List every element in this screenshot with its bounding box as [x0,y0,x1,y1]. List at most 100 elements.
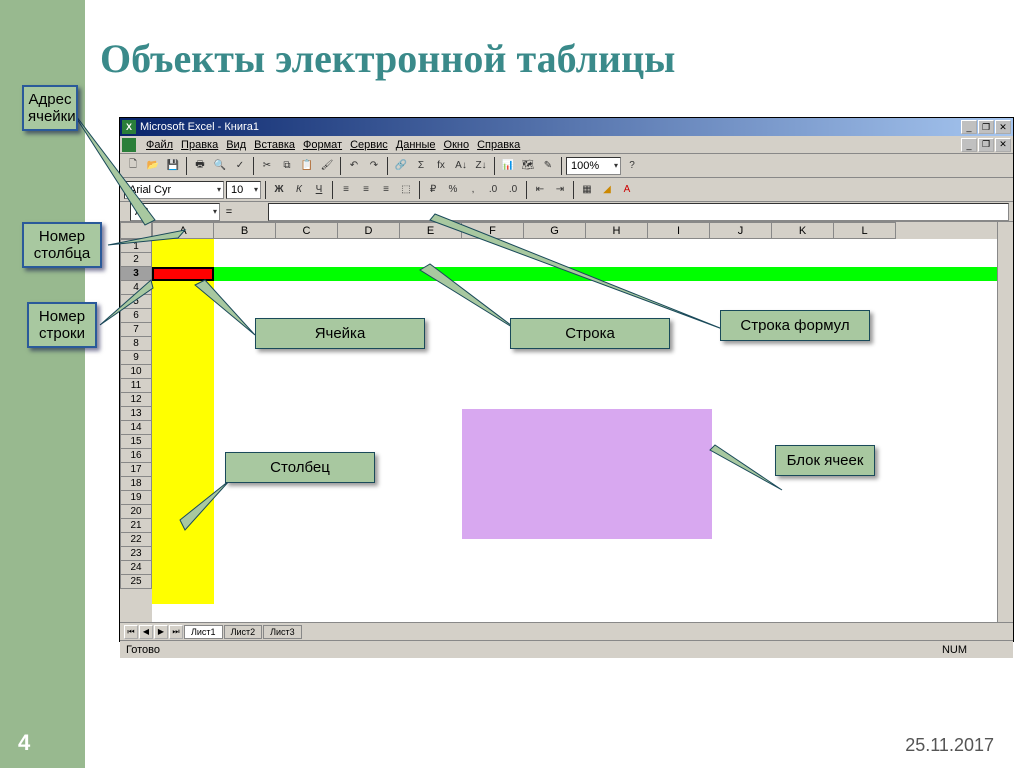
col-header[interactable]: F [462,222,524,239]
zoom-combo[interactable]: 100% [566,157,621,175]
row-header[interactable]: 17 [120,463,152,477]
sort-desc-icon[interactable]: Z↓ [472,157,490,175]
bold-icon[interactable]: Ж [270,181,288,199]
sheet-tab-2[interactable]: Лист2 [224,625,263,639]
row-header[interactable]: 5 [120,295,152,309]
save-icon[interactable]: 💾 [164,157,182,175]
currency-icon[interactable]: ₽ [424,181,442,199]
row-header[interactable]: 20 [120,505,152,519]
borders-icon[interactable]: ▦ [578,181,596,199]
col-header[interactable]: J [710,222,772,239]
select-all-corner[interactable] [120,222,152,239]
minimize-button[interactable]: _ [961,120,977,134]
col-header[interactable]: I [648,222,710,239]
row-header[interactable]: 4 [120,281,152,295]
redo-icon[interactable]: ↷ [365,157,383,175]
hyperlink-icon[interactable]: 🔗 [392,157,410,175]
row-header[interactable]: 1 [120,239,152,253]
align-left-icon[interactable]: ≡ [337,181,355,199]
mdi-close-button[interactable]: ✕ [995,138,1011,152]
row-header[interactable]: 18 [120,477,152,491]
col-header[interactable]: B [214,222,276,239]
copy-icon[interactable]: ⧉ [278,157,296,175]
tab-prev-icon[interactable]: ◀ [139,625,153,639]
menu-window[interactable]: Окно [444,139,470,151]
row-header[interactable]: 19 [120,491,152,505]
row-header[interactable]: 16 [120,449,152,463]
formula-equals-icon[interactable]: = [220,206,238,218]
col-header[interactable]: L [834,222,896,239]
inc-decimal-icon[interactable]: .0 [484,181,502,199]
menu-tools[interactable]: Сервис [350,139,388,151]
menu-view[interactable]: Вид [226,139,246,151]
row-header[interactable]: 10 [120,365,152,379]
row-header[interactable]: 8 [120,337,152,351]
col-header[interactable]: E [400,222,462,239]
font-color-icon[interactable]: A [618,181,636,199]
menu-insert[interactable]: Вставка [254,139,295,151]
col-header[interactable]: G [524,222,586,239]
cells-area[interactable] [152,239,997,622]
indent-dec-icon[interactable]: ⇤ [531,181,549,199]
help-icon[interactable]: ? [623,157,641,175]
mdi-minimize-button[interactable]: _ [961,138,977,152]
cut-icon[interactable]: ✂ [258,157,276,175]
sheet-tab-3[interactable]: Лист3 [263,625,302,639]
row-header[interactable]: 21 [120,519,152,533]
sheet-tab-1[interactable]: Лист1 [184,625,223,639]
sort-asc-icon[interactable]: A↓ [452,157,470,175]
row-header[interactable]: 25 [120,575,152,589]
row-header[interactable]: 14 [120,421,152,435]
tab-next-icon[interactable]: ▶ [154,625,168,639]
fill-color-icon[interactable]: ◢ [598,181,616,199]
merge-icon[interactable]: ⬚ [397,181,415,199]
chart-icon[interactable]: 📊 [499,157,517,175]
align-right-icon[interactable]: ≡ [377,181,395,199]
row-header[interactable]: 12 [120,393,152,407]
titlebar[interactable]: X Microsoft Excel - Книга1 _ ❐ ✕ [120,118,1013,136]
menu-help[interactable]: Справка [477,139,520,151]
underline-icon[interactable]: Ч [310,181,328,199]
drawing-icon[interactable]: ✎ [539,157,557,175]
row-header[interactable]: 11 [120,379,152,393]
row-header-selected[interactable]: 3 [120,267,152,281]
vertical-scrollbar[interactable] [997,222,1013,622]
function-icon[interactable]: fx [432,157,450,175]
print-icon[interactable]: 🖶 [191,157,209,175]
row-header[interactable]: 9 [120,351,152,365]
indent-inc-icon[interactable]: ⇥ [551,181,569,199]
row-header[interactable]: 7 [120,323,152,337]
row-header[interactable]: 15 [120,435,152,449]
menu-edit[interactable]: Правка [181,139,218,151]
row-header[interactable]: 23 [120,547,152,561]
row-header[interactable]: 24 [120,561,152,575]
map-icon[interactable]: 🗺 [519,157,537,175]
undo-icon[interactable]: ↶ [345,157,363,175]
menu-format[interactable]: Формат [303,139,342,151]
formula-bar[interactable] [268,203,1009,221]
menu-file[interactable]: Файл [146,139,173,151]
name-box[interactable]: A3 [130,203,220,221]
row-header[interactable]: 22 [120,533,152,547]
font-size-combo[interactable]: 10 [226,181,261,199]
spreadsheet-grid[interactable]: A B C D E F G H I J K L 1 2 3 4 5 6 7 [120,222,1013,622]
percent-icon[interactable]: % [444,181,462,199]
row-header[interactable]: 2 [120,253,152,267]
spell-icon[interactable]: ✓ [231,157,249,175]
row-header[interactable]: 13 [120,407,152,421]
col-header[interactable]: A [152,222,214,239]
col-header[interactable]: H [586,222,648,239]
tab-last-icon[interactable]: ⏭ [169,625,183,639]
row-header[interactable]: 6 [120,309,152,323]
sum-icon[interactable]: Σ [412,157,430,175]
align-center-icon[interactable]: ≡ [357,181,375,199]
italic-icon[interactable]: К [290,181,308,199]
new-icon[interactable]: 🗋 [124,157,142,175]
paste-icon[interactable]: 📋 [298,157,316,175]
tab-first-icon[interactable]: ⏮ [124,625,138,639]
menu-data[interactable]: Данные [396,139,436,151]
dec-decimal-icon[interactable]: .0 [504,181,522,199]
mdi-restore-button[interactable]: ❐ [978,138,994,152]
open-icon[interactable]: 📂 [144,157,162,175]
col-header[interactable]: C [276,222,338,239]
